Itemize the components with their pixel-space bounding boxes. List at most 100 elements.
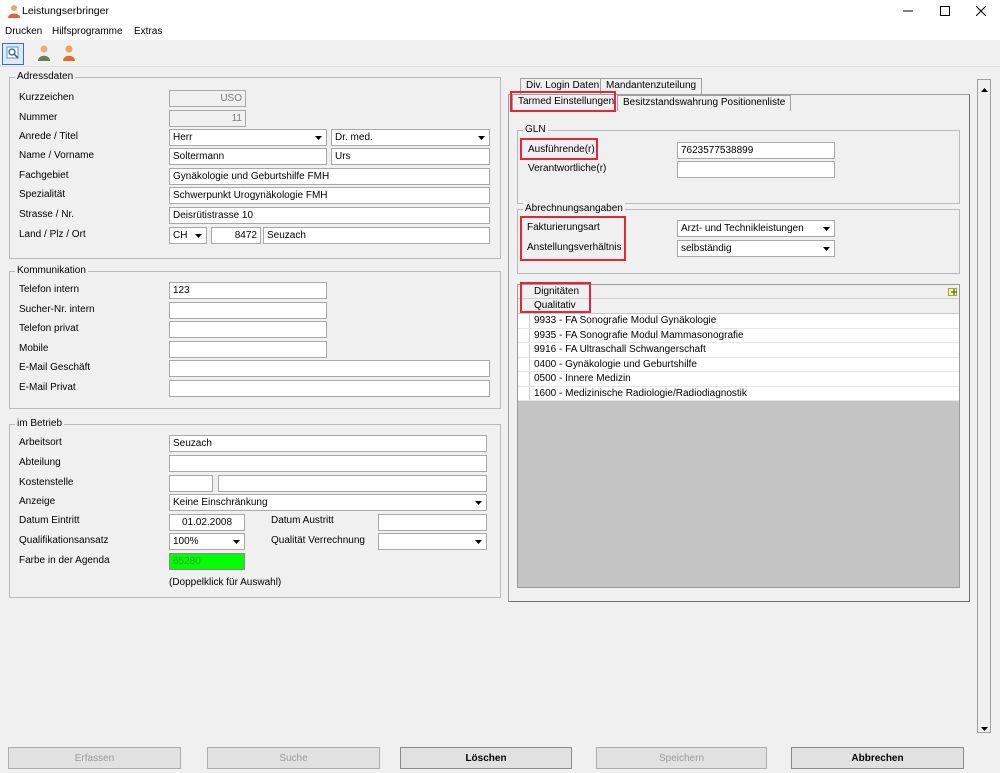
mobile-field[interactable] bbox=[169, 341, 327, 358]
menu-drucken[interactable]: Drucken bbox=[5, 26, 42, 37]
row-selector[interactable] bbox=[518, 328, 530, 342]
tab-besitzstandswahrung[interactable]: Besitzstandswahrung Positionenliste bbox=[617, 95, 792, 111]
close-icon bbox=[975, 5, 987, 19]
row-selector[interactable] bbox=[518, 372, 530, 386]
chevron-down-icon[interactable] bbox=[475, 131, 488, 144]
menu-extras[interactable]: Extras bbox=[134, 26, 162, 37]
label-anzeige: Anzeige bbox=[19, 496, 56, 507]
label-eintritt: Datum Eintritt bbox=[19, 515, 80, 526]
group-title-adressdaten: Adressdaten bbox=[15, 71, 76, 82]
erfassen-button[interactable]: Erfassen bbox=[8, 747, 181, 769]
table-row[interactable]: 0500 - Innere Medizin bbox=[518, 372, 959, 387]
kostenstelle-name-field[interactable] bbox=[218, 475, 487, 492]
label-farbe: Farbe in der Agenda bbox=[19, 555, 110, 566]
abteilung-field[interactable] bbox=[169, 455, 487, 472]
toolbar-search-button[interactable] bbox=[2, 43, 24, 65]
vertical-scrollbar[interactable] bbox=[977, 79, 991, 733]
row-text: 0400 - Gynäkologie und Geburtshilfe bbox=[534, 358, 697, 370]
fachgebiet-field[interactable]: Gynäkologie und Geburtshilfe FMH bbox=[169, 168, 490, 185]
chevron-down-icon[interactable] bbox=[192, 229, 205, 242]
verantwortliche-field[interactable] bbox=[677, 161, 835, 178]
email-geschaeft-field[interactable] bbox=[169, 360, 490, 377]
chevron-down-icon[interactable] bbox=[472, 535, 485, 548]
email-privat-field[interactable] bbox=[169, 380, 490, 397]
qualitaet-select[interactable] bbox=[378, 533, 487, 550]
kurzzeichen-field[interactable]: USO bbox=[169, 90, 246, 107]
eintritt-field[interactable]: 01.02.2008 bbox=[169, 514, 245, 531]
table-row[interactable]: 9935 - FA Sonografie Modul Mammasonograf… bbox=[518, 328, 959, 343]
land-select[interactable]: CH bbox=[169, 227, 207, 244]
toolbar-user-add-button[interactable] bbox=[58, 43, 80, 65]
sucher-field[interactable] bbox=[169, 302, 327, 319]
anzeige-select[interactable]: Keine Einschränkung bbox=[169, 494, 487, 511]
scroll-down-icon[interactable] bbox=[981, 723, 988, 734]
plz-field[interactable]: 8472 bbox=[211, 227, 261, 244]
strasse-field[interactable]: Deisrütistrasse 10 bbox=[169, 207, 490, 224]
label-anstellung: Anstellungsverhältnis bbox=[527, 242, 622, 253]
arbeitsort-field[interactable]: Seuzach bbox=[169, 435, 487, 452]
anrede-value: Herr bbox=[173, 132, 193, 143]
search-icon bbox=[6, 46, 20, 63]
label-qualitaet: Qualität Verrechnung bbox=[271, 535, 365, 546]
anstellung-select[interactable]: selbständig bbox=[677, 240, 835, 257]
menu-bar: Drucken Hilfsprogramme Extras bbox=[0, 24, 1000, 40]
label-spezialitaet: Spezialität bbox=[19, 189, 66, 200]
nummer-field[interactable]: 11 bbox=[169, 110, 246, 127]
speichern-button[interactable]: Speichern bbox=[596, 747, 767, 769]
add-row-icon[interactable] bbox=[948, 286, 959, 300]
chevron-down-icon[interactable] bbox=[230, 535, 243, 548]
chevron-down-icon[interactable] bbox=[312, 131, 325, 144]
label-mobile: Mobile bbox=[19, 343, 49, 354]
minimize-button[interactable] bbox=[890, 0, 926, 24]
table-row[interactable]: 1600 - Medizinische Radiologie/Radiodiag… bbox=[518, 386, 959, 401]
row-selector[interactable] bbox=[518, 343, 530, 357]
abbrechen-button[interactable]: Abbrechen bbox=[791, 747, 964, 769]
telefon-privat-field[interactable] bbox=[169, 321, 327, 338]
fakturierungsart-select[interactable]: Arzt- und Technikleistungen bbox=[677, 220, 835, 237]
title-bar: Leistungserbringer bbox=[0, 0, 1000, 24]
chevron-down-icon[interactable] bbox=[820, 242, 833, 255]
telefon-intern-field[interactable]: 123 bbox=[169, 282, 327, 299]
row-selector[interactable] bbox=[518, 314, 530, 328]
label-email-geschaeft: E-Mail Geschäft bbox=[19, 362, 91, 373]
qualifikation-value: 100% bbox=[173, 536, 199, 547]
chevron-down-icon[interactable] bbox=[820, 222, 833, 235]
highlight-dignitaeten bbox=[520, 282, 591, 313]
toolbar-user-button[interactable] bbox=[33, 43, 55, 65]
chevron-down-icon[interactable] bbox=[472, 496, 485, 509]
row-text: 9935 - FA Sonografie Modul Mammasonograf… bbox=[534, 329, 744, 341]
table-row[interactable]: 9933 - FA Sonografie Modul Gynäkologie bbox=[518, 314, 959, 329]
table-row[interactable]: 0400 - Gynäkologie und Geburtshilfe bbox=[518, 357, 959, 372]
close-button[interactable] bbox=[963, 0, 999, 24]
label-email-privat: E-Mail Privat bbox=[19, 382, 76, 393]
label-telefon-intern: Telefon intern bbox=[19, 284, 80, 295]
titel-value: Dr. med. bbox=[335, 132, 373, 143]
maximize-button[interactable] bbox=[927, 0, 963, 24]
highlight-tab-tarmed bbox=[510, 91, 616, 112]
titel-select[interactable]: Dr. med. bbox=[331, 129, 490, 146]
group-title-im-betrieb: im Betrieb bbox=[15, 418, 65, 429]
menu-hilfsprogramme[interactable]: Hilfsprogramme bbox=[52, 26, 123, 37]
label-telefon-privat: Telefon privat bbox=[19, 323, 79, 334]
spezialitaet-field[interactable]: Schwerpunkt Urogynäkologie FMH bbox=[169, 187, 490, 204]
vorname-field[interactable]: Urs bbox=[331, 148, 490, 165]
label-fachgebiet: Fachgebiet bbox=[19, 170, 69, 181]
qualifikation-select[interactable]: 100% bbox=[169, 533, 245, 550]
label-fakturierungsart: Fakturierungsart bbox=[527, 222, 600, 233]
fakturierungsart-value: Arzt- und Technikleistungen bbox=[681, 223, 804, 234]
row-selector[interactable] bbox=[518, 357, 530, 371]
window-title: Leistungserbringer bbox=[22, 5, 109, 17]
ausfuehrende-field[interactable]: 7623577538899 bbox=[677, 142, 835, 159]
anrede-select[interactable]: Herr bbox=[169, 129, 327, 146]
table-row[interactable]: 9916 - FA Ultraschall Schwangerschaft bbox=[518, 343, 959, 358]
row-selector[interactable] bbox=[518, 386, 530, 400]
scroll-up-icon[interactable] bbox=[981, 84, 988, 95]
label-verantwortliche: Verantwortliche(r) bbox=[528, 163, 607, 174]
austritt-field[interactable] bbox=[378, 514, 487, 531]
loeschen-button[interactable]: Löschen bbox=[400, 747, 572, 769]
suche-button[interactable]: Suche bbox=[207, 747, 380, 769]
farbe-color-field[interactable]: 65280 bbox=[169, 553, 245, 570]
name-field[interactable]: Soltermann bbox=[169, 148, 327, 165]
kostenstelle-code-field[interactable] bbox=[169, 475, 213, 492]
ort-field[interactable]: Seuzach bbox=[263, 227, 490, 244]
